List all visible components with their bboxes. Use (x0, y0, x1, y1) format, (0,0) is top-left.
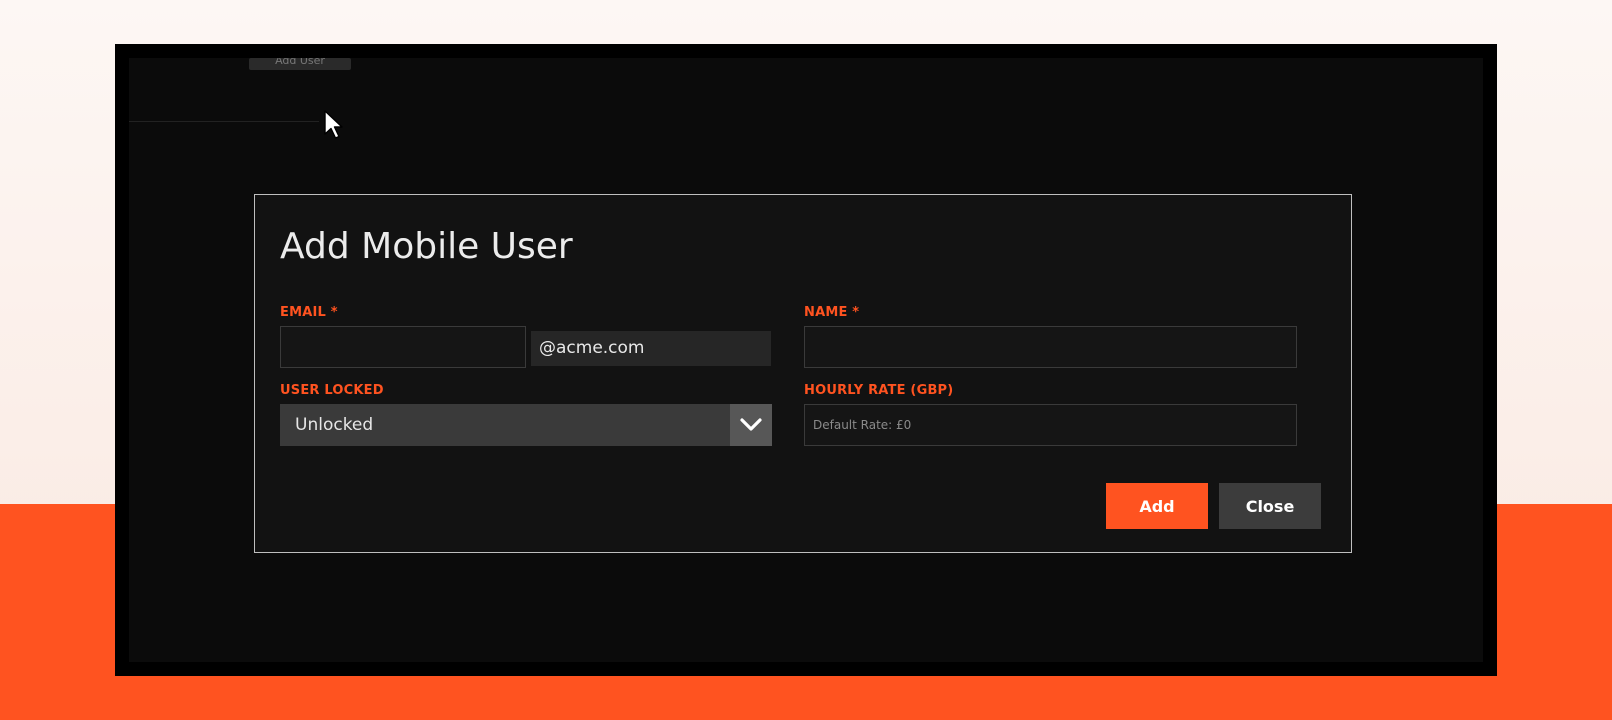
hourly-rate-field[interactable] (804, 404, 1297, 446)
select-arrow-button[interactable] (730, 404, 772, 446)
close-button[interactable]: Close (1219, 483, 1321, 529)
user-locked-label: USER LOCKED (280, 383, 384, 398)
user-locked-selected-value: Unlocked (295, 415, 374, 435)
user-locked-select[interactable]: Unlocked (280, 404, 772, 446)
mouse-pointer-icon (324, 110, 343, 139)
add-button[interactable]: Add (1106, 483, 1208, 529)
background-add-user-label: Add User (275, 58, 325, 67)
email-field[interactable] (280, 326, 526, 368)
background-add-user-button[interactable]: Add User (249, 58, 351, 70)
add-mobile-user-dialog: Add Mobile User EMAIL * @acme.com NAME *… (254, 194, 1352, 553)
email-domain-suffix: @acme.com (531, 331, 771, 366)
dialog-title: Add Mobile User (280, 226, 573, 267)
chevron-down-icon (740, 418, 762, 431)
name-field[interactable] (804, 326, 1297, 368)
background-divider (129, 121, 319, 122)
email-label: EMAIL * (280, 305, 338, 320)
name-label: NAME * (804, 305, 860, 320)
hourly-rate-label: HOURLY RATE (GBP) (804, 383, 954, 398)
